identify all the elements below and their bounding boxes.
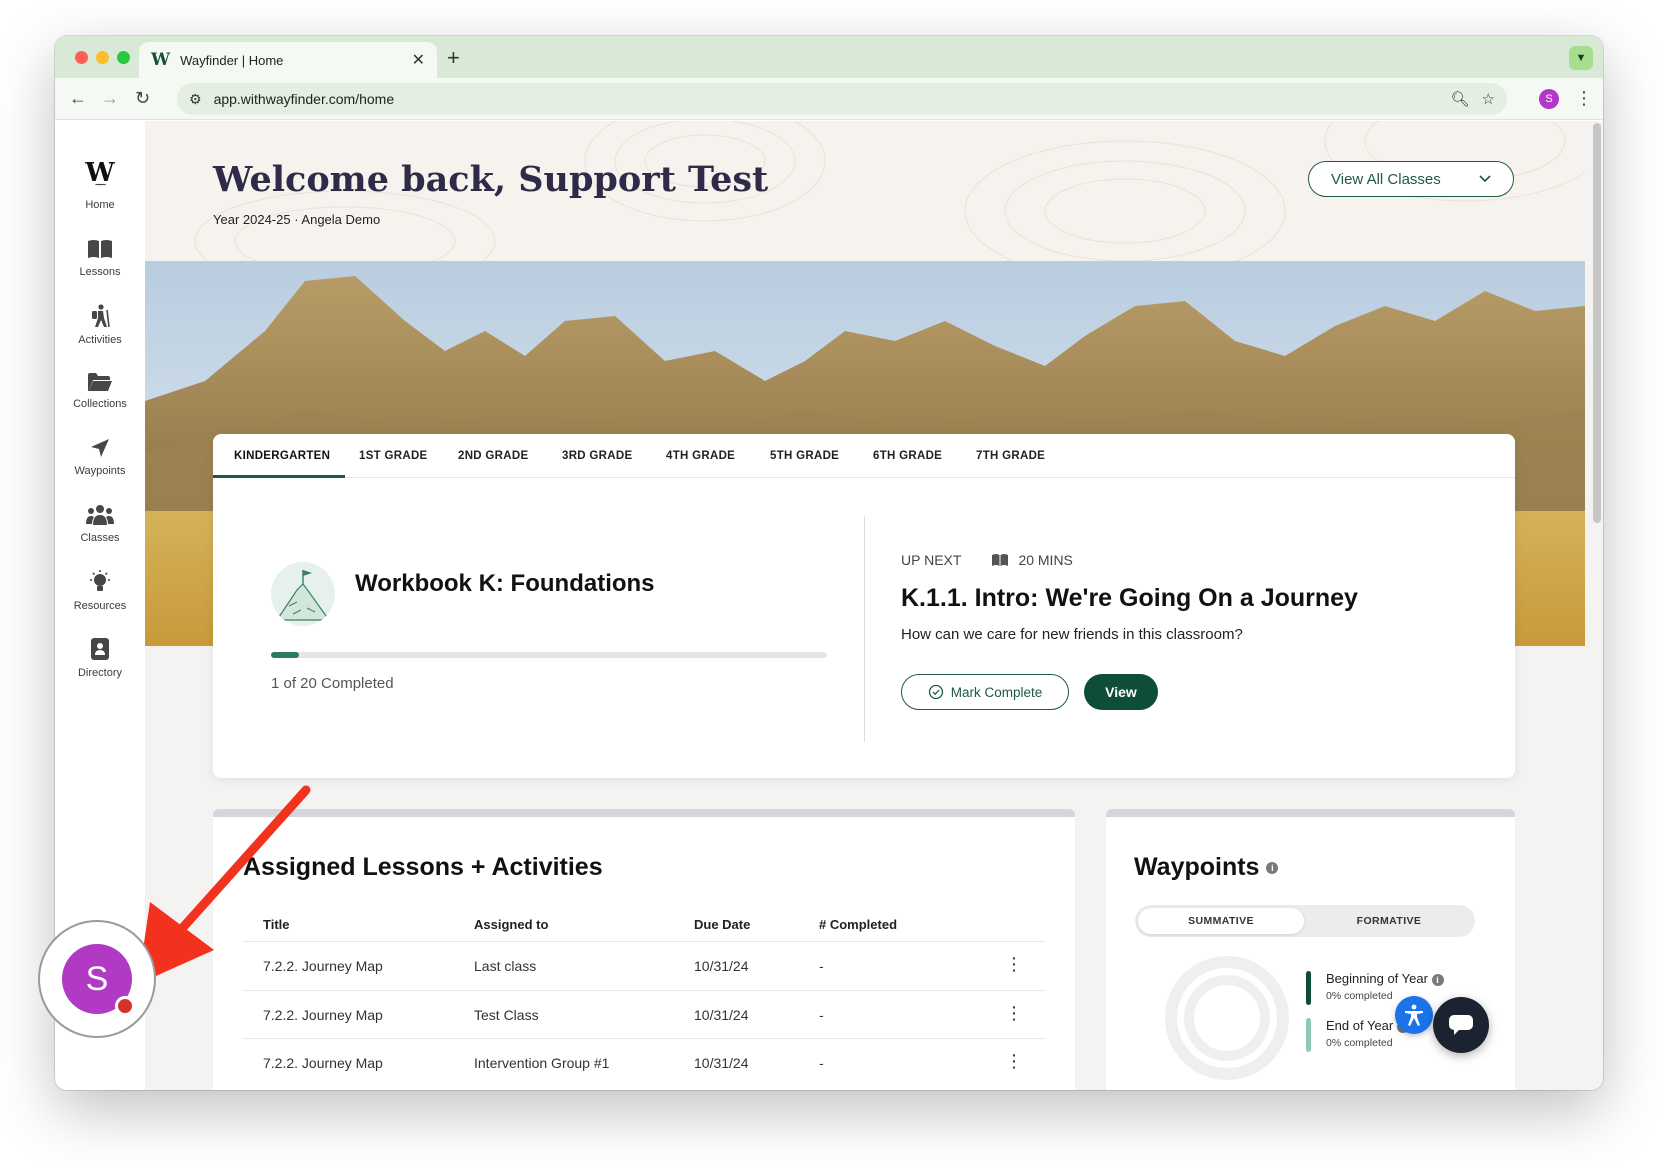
avatar[interactable]: S xyxy=(62,944,135,1016)
annotation-arrow-icon xyxy=(138,785,311,984)
user-avatar-highlight[interactable]: S xyxy=(38,920,156,1038)
avatar-initial: S xyxy=(85,959,109,998)
notification-dot xyxy=(115,996,135,1016)
